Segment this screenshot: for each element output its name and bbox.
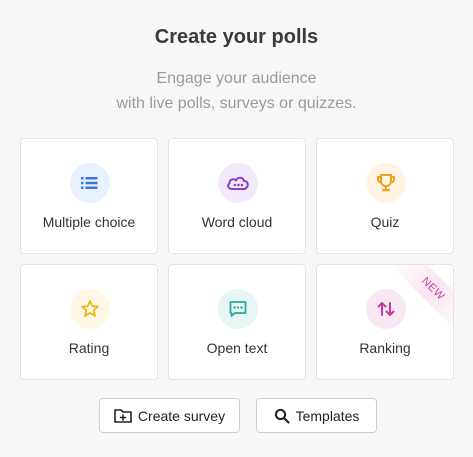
sort-arrows-icon bbox=[366, 289, 406, 329]
templates-button[interactable]: Templates bbox=[256, 398, 377, 433]
star-icon bbox=[70, 289, 110, 329]
card-label: Word cloud bbox=[201, 214, 273, 230]
page-subtitle: Engage your audience with live polls, su… bbox=[0, 66, 473, 116]
create-survey-button[interactable]: Create survey bbox=[99, 398, 240, 433]
card-rating[interactable]: Rating bbox=[20, 264, 158, 380]
chat-icon bbox=[218, 289, 258, 329]
card-open-text[interactable]: Open text bbox=[168, 264, 306, 380]
trophy-icon bbox=[366, 163, 406, 203]
page-title: Create your polls bbox=[154, 26, 319, 48]
card-word-cloud[interactable]: Word cloud bbox=[168, 138, 306, 254]
card-label: Open text bbox=[206, 340, 268, 356]
card-multiple-choice[interactable]: Multiple choice bbox=[20, 138, 158, 254]
folder-add-icon bbox=[114, 408, 132, 424]
card-label: Multiple choice bbox=[42, 214, 136, 230]
templates-label: Templates bbox=[295, 407, 360, 424]
cloud-icon bbox=[218, 163, 258, 203]
create-survey-label: Create survey bbox=[137, 407, 226, 424]
card-label: Quiz bbox=[370, 214, 400, 230]
card-label: Ranking bbox=[359, 340, 411, 356]
card-label: Rating bbox=[68, 340, 110, 356]
list-icon bbox=[70, 163, 110, 203]
search-icon bbox=[274, 408, 290, 424]
card-quiz[interactable]: Quiz bbox=[316, 138, 454, 254]
subtitle-line-1: Engage your audience bbox=[156, 70, 317, 87]
card-ranking[interactable]: NEW Ranking bbox=[316, 264, 454, 380]
subtitle-line-2: with live polls, surveys or quizzes. bbox=[116, 95, 357, 112]
